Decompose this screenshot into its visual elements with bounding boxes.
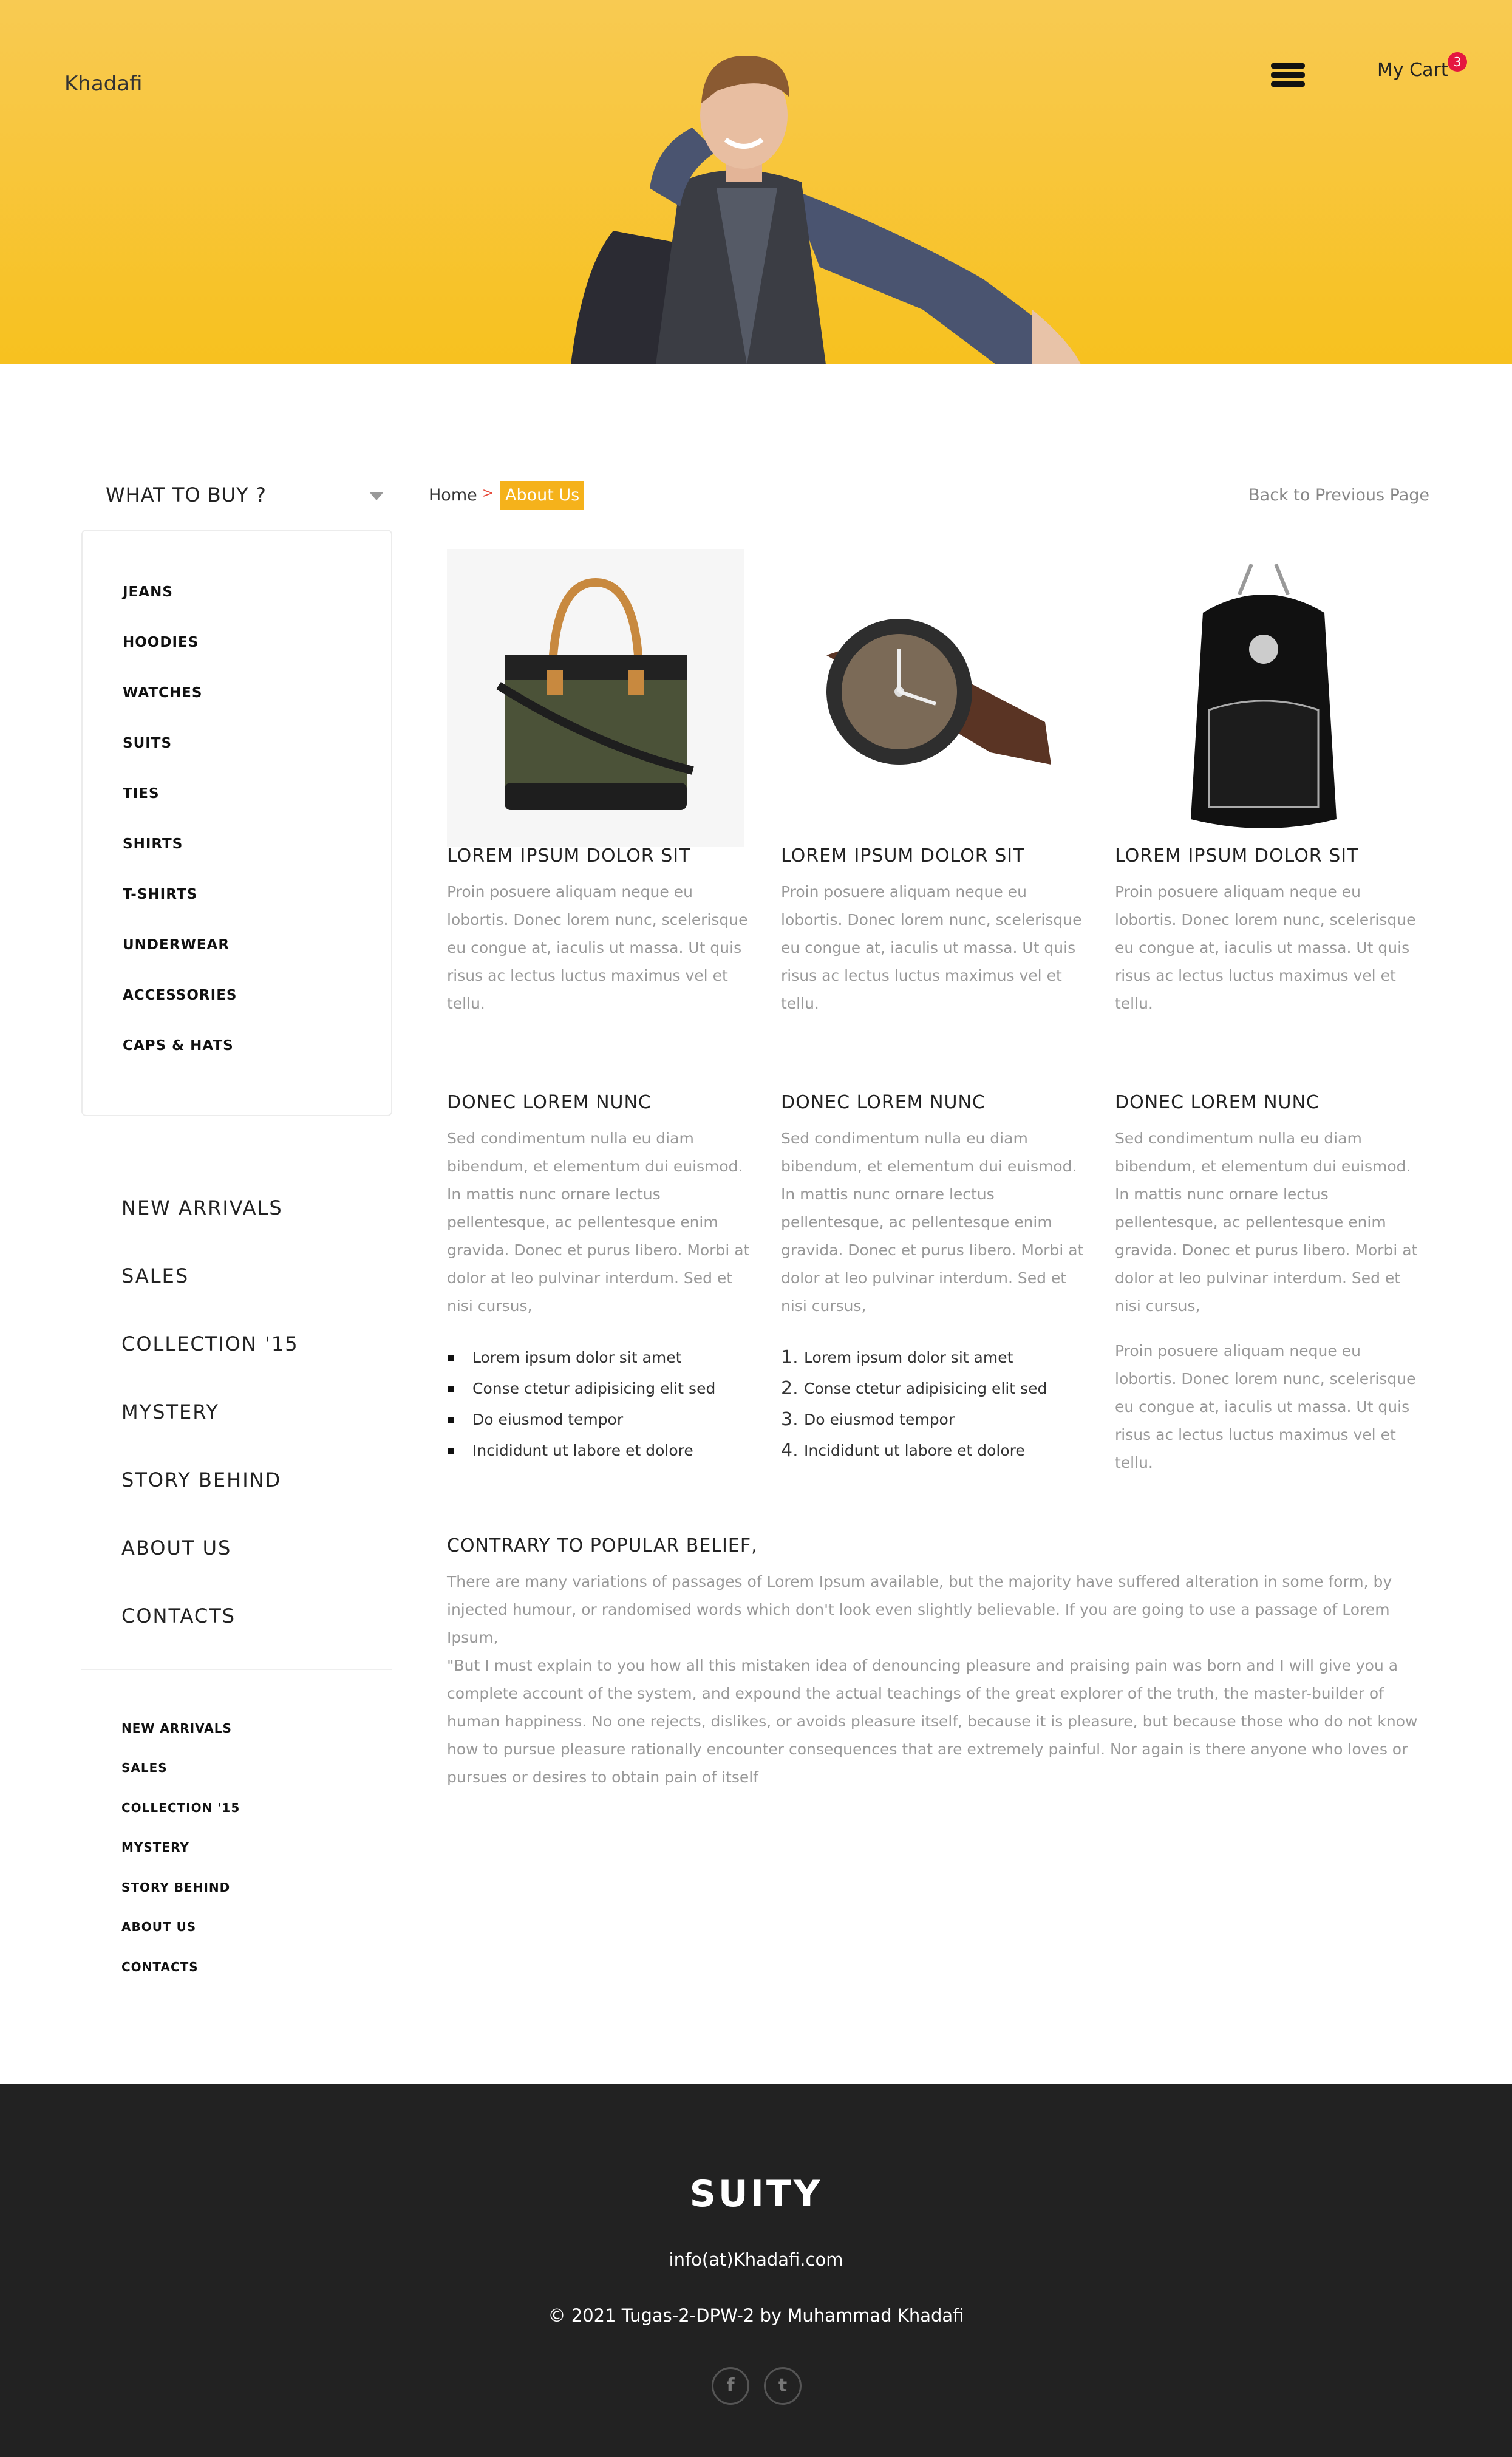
- product-title-2[interactable]: LOREM IPSUM DOLOR SIT: [781, 845, 1024, 867]
- small-nav-mystery[interactable]: MYSTERY: [121, 1840, 189, 1855]
- breadcrumb-home[interactable]: Home: [429, 486, 477, 505]
- facebook-icon[interactable]: f: [712, 2367, 749, 2405]
- product-text-2: Proin posuere aliquam neque eu lobortis.…: [781, 883, 1082, 1012]
- nav-story-behind[interactable]: STORY BEHIND: [121, 1468, 281, 1491]
- list-item-text: Incididunt ut labore et dolore: [804, 1442, 1025, 1459]
- breadcrumb-separator: >: [482, 486, 494, 501]
- bag-image[interactable]: [447, 549, 744, 847]
- product-title-3[interactable]: LOREM IPSUM DOLOR SIT: [1115, 845, 1358, 867]
- category-list: JEANS HOODIES WATCHES SUITS TIES SHIRTS …: [81, 530, 392, 1116]
- article-title: CONTRARY TO POPULAR BELIEF,: [447, 1535, 758, 1556]
- small-nav-collection-15[interactable]: COLLECTION '15: [121, 1801, 240, 1815]
- bullet-list: Lorem ipsum dolor sit amet Conse ctetur …: [447, 1342, 715, 1466]
- list-item: Do eiusmod tempor: [447, 1404, 715, 1435]
- sidebar-divider: [81, 1669, 392, 1670]
- backpack-image[interactable]: [1115, 549, 1412, 847]
- breadcrumb-current: About Us: [500, 481, 585, 510]
- column-title-3: DONEC LOREM NUNC: [1115, 1092, 1320, 1113]
- column-title-2: DONEC LOREM NUNC: [781, 1092, 986, 1113]
- category-underwear[interactable]: UNDERWEAR: [123, 937, 230, 953]
- product-title-1[interactable]: LOREM IPSUM DOLOR SIT: [447, 845, 690, 867]
- product-text-1: Proin posuere aliquam neque eu lobortis.…: [447, 883, 748, 1012]
- footer: [0, 2084, 1512, 2457]
- footer-email[interactable]: info(at)Khadafi.com: [0, 2249, 1512, 2270]
- column-text-1: Sed condimentum nulla eu diam bibendum, …: [447, 1130, 750, 1315]
- small-nav-contacts[interactable]: CONTACTS: [121, 1960, 199, 1974]
- category-ties[interactable]: TIES: [123, 786, 160, 802]
- hero-banner: [0, 0, 1512, 364]
- category-t-shirts[interactable]: T-SHIRTS: [123, 887, 197, 902]
- category-caps-hats[interactable]: CAPS & HATS: [123, 1038, 234, 1054]
- cart-count-badge: 3: [1448, 52, 1467, 72]
- list-item: Incididunt ut labore et dolore: [447, 1435, 715, 1466]
- list-item: Conse ctetur adipisicing elit sed: [447, 1373, 715, 1404]
- category-hoodies[interactable]: HOODIES: [123, 635, 199, 650]
- category-jeans[interactable]: JEANS: [123, 584, 173, 600]
- nav-mystery[interactable]: MYSTERY: [121, 1400, 219, 1423]
- brand-logo[interactable]: Khadafi: [64, 72, 143, 96]
- nav-contacts[interactable]: CONTACTS: [121, 1604, 236, 1627]
- column-title-1: DONEC LOREM NUNC: [447, 1092, 652, 1113]
- list-item-text: Do eiusmod tempor: [804, 1411, 955, 1428]
- cart-link[interactable]: My Cart: [1377, 60, 1448, 81]
- column-extra-text-3: Proin posuere aliquam neque eu lobortis.…: [1115, 1342, 1416, 1471]
- list-item: 1. Lorem ipsum dolor sit amet: [781, 1342, 1047, 1373]
- article-paragraph-1: There are many variations of passages of…: [447, 1573, 1392, 1646]
- list-item: Lorem ipsum dolor sit amet: [447, 1342, 715, 1373]
- list-item-text: Lorem ipsum dolor sit amet: [804, 1349, 1013, 1366]
- nav-about-us[interactable]: ABOUT US: [121, 1536, 231, 1559]
- small-nav-story-behind[interactable]: STORY BEHIND: [121, 1880, 230, 1895]
- footer-logo[interactable]: SUITY: [0, 2173, 1512, 2215]
- list-number: 3.: [781, 1409, 799, 1430]
- chevron-down-icon[interactable]: [369, 492, 384, 500]
- column-text-3: Sed condimentum nulla eu diam bibendum, …: [1115, 1130, 1418, 1315]
- list-item: 3. Do eiusmod tempor: [781, 1404, 1047, 1435]
- product-text-3: Proin posuere aliquam neque eu lobortis.…: [1115, 883, 1416, 1012]
- hero-model-image: [571, 55, 1081, 364]
- list-number: 4.: [781, 1440, 799, 1461]
- small-nav-about-us[interactable]: ABOUT US: [121, 1920, 196, 1934]
- watch-image[interactable]: [781, 549, 1078, 847]
- list-item: 2. Conse ctetur adipisicing elit sed: [781, 1373, 1047, 1404]
- column-text-2: Sed condimentum nulla eu diam bibendum, …: [781, 1130, 1084, 1315]
- article-paragraph-2: "But I must explain to you how all this …: [447, 1657, 1418, 1786]
- small-nav-new-arrivals[interactable]: NEW ARRIVALS: [121, 1721, 232, 1736]
- what-to-buy-dropdown[interactable]: WHAT TO BUY ?: [106, 483, 267, 506]
- category-accessories[interactable]: ACCESSORIES: [123, 987, 237, 1003]
- list-item-text: Conse ctetur adipisicing elit sed: [804, 1380, 1047, 1397]
- twitter-icon[interactable]: t: [764, 2367, 802, 2405]
- list-item: 4. Incididunt ut labore et dolore: [781, 1435, 1047, 1466]
- nav-sales[interactable]: SALES: [121, 1264, 189, 1287]
- numbered-list: 1. Lorem ipsum dolor sit amet 2. Conse cte…: [781, 1342, 1047, 1466]
- list-number: 1.: [781, 1347, 799, 1368]
- back-link[interactable]: Back to Previous Page: [1248, 486, 1429, 505]
- nav-collection-15[interactable]: COLLECTION '15: [121, 1332, 299, 1355]
- list-number: 2.: [781, 1378, 799, 1399]
- small-nav-sales[interactable]: SALES: [121, 1760, 168, 1775]
- nav-new-arrivals[interactable]: NEW ARRIVALS: [121, 1196, 283, 1219]
- category-suits[interactable]: SUITS: [123, 735, 172, 751]
- footer-copyright: © 2021 Tugas-2-DPW-2 by Muhammad Khadafi: [548, 2305, 964, 2326]
- menu-icon[interactable]: [1271, 63, 1305, 87]
- category-watches[interactable]: WATCHES: [123, 685, 202, 701]
- category-shirts[interactable]: SHIRTS: [123, 836, 183, 852]
